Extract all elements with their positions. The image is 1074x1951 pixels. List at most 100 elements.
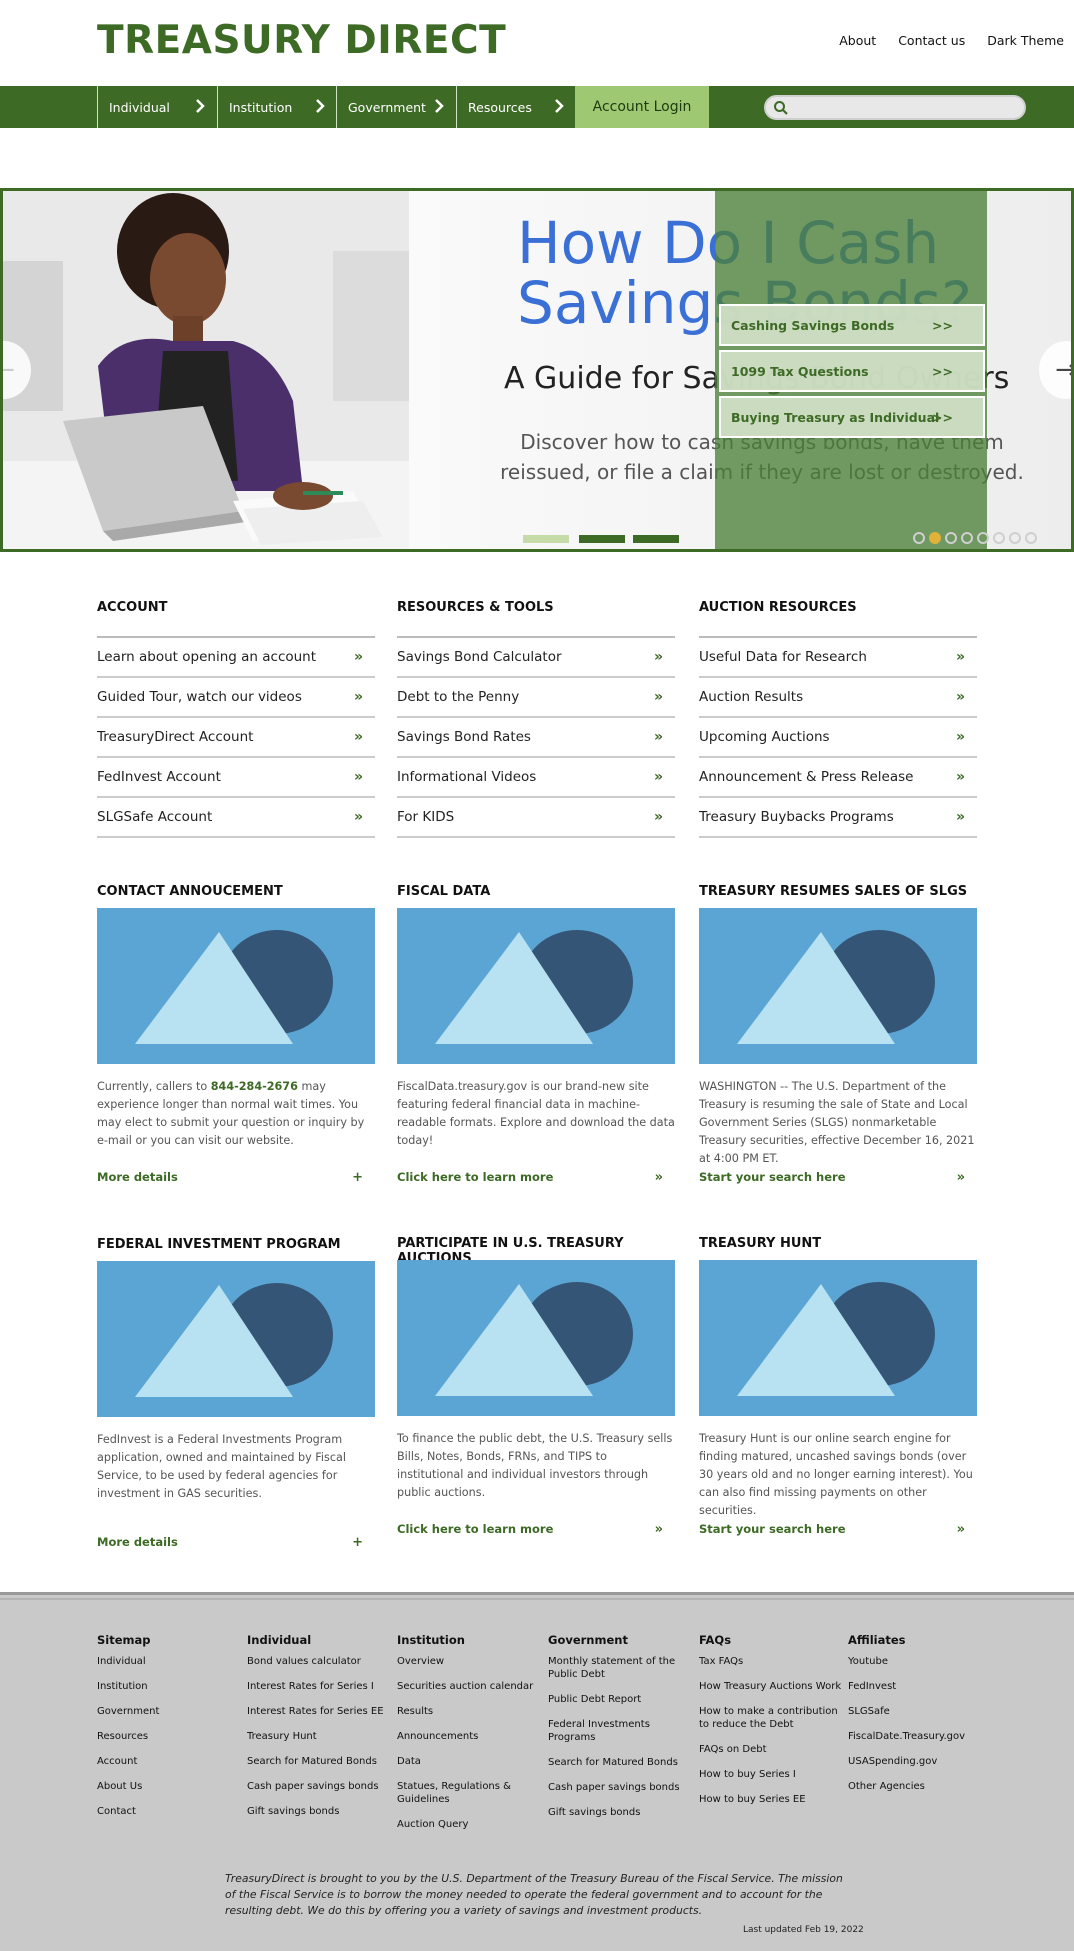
nav-item-government[interactable]: Government — [336, 86, 456, 128]
list-item[interactable]: Guided Tour, watch our videos » — [97, 678, 375, 718]
footer-link[interactable]: Government — [97, 1705, 247, 1718]
card-link[interactable]: More details + — [97, 1535, 375, 1550]
list-item[interactable]: Savings Bond Calculator » — [397, 638, 675, 678]
slide-indicator-1[interactable] — [523, 535, 569, 543]
footer-link[interactable]: Monthly statement of the Public Debt — [548, 1655, 698, 1681]
footer-link[interactable]: Other Agencies — [848, 1780, 998, 1793]
footer-link[interactable]: Securities auction calendar — [397, 1680, 547, 1693]
footer-link[interactable]: Statues, Regulations & Guidelines — [397, 1780, 547, 1806]
footer-link[interactable]: FiscalDate.Treasury.gov — [848, 1730, 998, 1743]
footer-link[interactable]: Data — [397, 1755, 547, 1768]
card-link[interactable]: Click here to learn more » — [397, 1522, 675, 1537]
list-item[interactable]: For KIDS » — [397, 798, 675, 838]
card-text: WASHINGTON -- The U.S. Department of the… — [699, 1078, 977, 1168]
card-link-icon: + — [352, 1535, 363, 1550]
footer-link[interactable]: Bond values calculator — [247, 1655, 397, 1668]
footer-link[interactable]: Cash paper savings bonds — [548, 1781, 698, 1794]
nav-item-institution[interactable]: Institution — [217, 86, 337, 128]
footer-link[interactable]: Treasury Hunt — [247, 1730, 397, 1743]
list-item[interactable]: Announcement & Press Release » — [699, 758, 977, 798]
card-link-icon: » — [654, 1522, 663, 1537]
list-item[interactable]: Upcoming Auctions » — [699, 718, 977, 758]
footer-link[interactable]: FAQs on Debt — [699, 1743, 849, 1756]
slide-indicator-2[interactable] — [579, 535, 625, 543]
list-item[interactable]: FedInvest Account » — [97, 758, 375, 798]
list-item[interactable]: Debt to the Penny » — [397, 678, 675, 718]
carousel-dot[interactable] — [913, 532, 925, 544]
footer-link[interactable]: Search for Matured Bonds — [247, 1755, 397, 1768]
image-placeholder-icon — [435, 1282, 633, 1396]
footer-link[interactable]: Search for Matured Bonds — [548, 1756, 698, 1769]
footer-link[interactable]: Individual — [97, 1655, 247, 1668]
footer-link[interactable]: Announcements — [397, 1730, 547, 1743]
footer-link[interactable]: How to make a contribution to reduce the… — [699, 1705, 849, 1731]
footer-link[interactable]: USASpending.gov — [848, 1755, 998, 1768]
footer-link[interactable]: FedInvest — [848, 1680, 998, 1693]
list-item[interactable]: Auction Results » — [699, 678, 977, 718]
dark-theme-toggle[interactable]: Dark Theme — [987, 33, 1064, 48]
list-item[interactable]: Treasury Buybacks Programs » — [699, 798, 977, 838]
nav-item-label: Individual — [109, 99, 170, 115]
carousel-dot[interactable] — [1009, 532, 1021, 544]
footer-link[interactable]: About Us — [97, 1780, 247, 1793]
slide-indicator-3[interactable] — [633, 535, 679, 543]
footer-link[interactable]: Interest Rates for Series I — [247, 1680, 397, 1693]
footer-link[interactable]: Institution — [97, 1680, 247, 1693]
nav-item-resources[interactable]: Resources — [456, 86, 576, 128]
carousel-dot[interactable] — [929, 532, 941, 544]
list-item[interactable]: SLGSafe Account » — [97, 798, 375, 838]
footer-link[interactable]: Federal Investments Programs — [548, 1718, 698, 1744]
footer-link[interactable]: Auction Query — [397, 1818, 547, 1831]
list-item-label: TreasuryDirect Account — [97, 729, 254, 745]
quicklink-cashing-savings-bonds[interactable]: Cashing Savings Bonds >> — [719, 304, 985, 346]
footer-link[interactable]: SLGSafe — [848, 1705, 998, 1718]
about-link[interactable]: About — [839, 33, 876, 48]
footer-link[interactable]: Results — [397, 1705, 547, 1718]
quicklink-buying-treasury[interactable]: Buying Treasury as Individual >> — [719, 396, 985, 438]
footer-link[interactable]: How to buy Series I — [699, 1768, 849, 1781]
carousel-dot[interactable] — [993, 532, 1005, 544]
footer-link[interactable]: Account — [97, 1755, 247, 1768]
carousel-dot[interactable] — [977, 532, 989, 544]
footer-link[interactable]: How to buy Series EE — [699, 1793, 849, 1806]
footer-link[interactable]: Cash paper savings bonds — [247, 1780, 397, 1793]
footer-link[interactable]: How Treasury Auctions Work — [699, 1680, 849, 1693]
footer-column-title: Individual — [247, 1633, 312, 1647]
search-icon — [774, 101, 788, 115]
image-placeholder-icon — [737, 1282, 935, 1396]
carousel-dot[interactable] — [945, 532, 957, 544]
footer-link[interactable]: Gift savings bonds — [548, 1806, 698, 1819]
list-item[interactable]: Savings Bond Rates » — [397, 718, 675, 758]
list-item[interactable]: TreasuryDirect Account » — [97, 718, 375, 758]
quicklink-arrow: >> — [932, 409, 953, 425]
double-chevron-icon: » — [955, 809, 965, 825]
card-link[interactable]: Start your search here » — [699, 1522, 977, 1537]
list-item[interactable]: Informational Videos » — [397, 758, 675, 798]
footer-link[interactable]: Public Debt Report — [548, 1693, 698, 1706]
footer-link[interactable]: Resources — [97, 1730, 247, 1743]
news-card: PARTICIPATE IN U.S. TREASURY AUCTIONS To … — [397, 1236, 675, 1556]
phone-number[interactable]: 844-284-2676 — [211, 1080, 298, 1093]
footer-column: FAQs Tax FAQs How Treasury Auctions Work Ho… — [699, 1633, 849, 1818]
card-link[interactable]: Click here to learn more » — [397, 1170, 675, 1185]
card-link[interactable]: Start your search here » — [699, 1170, 977, 1185]
card-link[interactable]: More details + — [97, 1170, 375, 1185]
footer-link[interactable]: Gift savings bonds — [247, 1805, 397, 1818]
footer-link[interactable]: Tax FAQs — [699, 1655, 849, 1668]
list-item-label: Learn about opening an account — [97, 649, 317, 665]
footer-link[interactable]: Youtube — [848, 1655, 998, 1668]
search-input[interactable] — [764, 95, 1026, 120]
footer-link[interactable]: Interest Rates for Series EE — [247, 1705, 397, 1718]
nav-item-individual[interactable]: Individual — [97, 86, 217, 128]
site-logo[interactable]: TREASURY DIRECT — [97, 18, 506, 63]
account-login-button[interactable]: Account Login — [575, 86, 709, 128]
nav-item-label: Institution — [229, 99, 293, 115]
list-item[interactable]: Useful Data for Research » — [699, 638, 977, 678]
list-item[interactable]: Learn about opening an account » — [97, 638, 375, 678]
footer-link[interactable]: Overview — [397, 1655, 547, 1668]
footer-link[interactable]: Contact — [97, 1805, 247, 1818]
contact-link[interactable]: Contact us — [898, 33, 965, 48]
quicklink-1099-tax[interactable]: 1099 Tax Questions >> — [719, 350, 985, 392]
carousel-dot[interactable] — [961, 532, 973, 544]
carousel-dot[interactable] — [1025, 532, 1037, 544]
